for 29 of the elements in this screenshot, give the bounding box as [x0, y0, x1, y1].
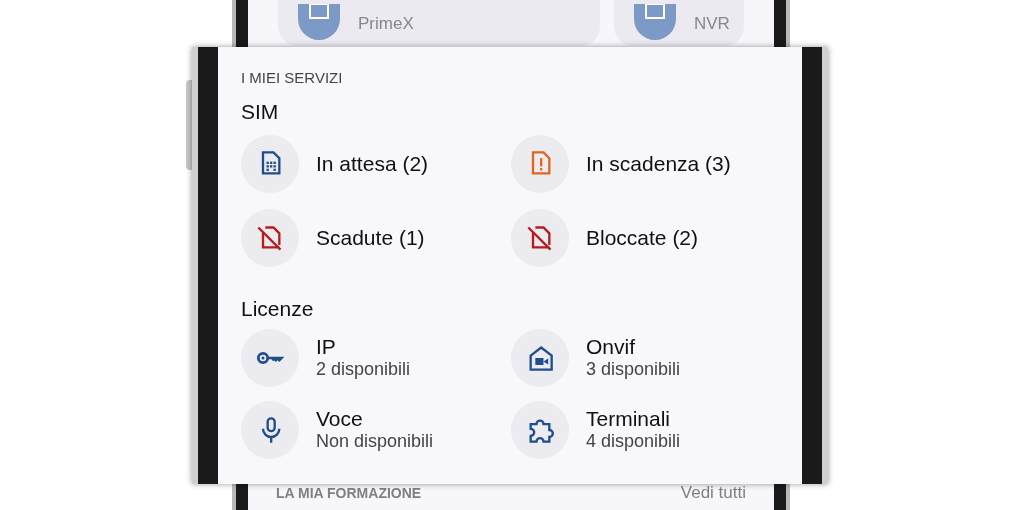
item-label: Bloccate (2) — [586, 225, 699, 251]
section-title: LA MIA FORMAZIONE — [276, 485, 422, 500]
service-item[interactable]: In scadenza (3) — [511, 135, 735, 193]
device-icon — [634, 4, 676, 40]
service-item[interactable]: Voce Non disponibili — [241, 400, 438, 459]
see-all-link[interactable]: Vedi tutti — [680, 484, 746, 501]
item-label: Voce — [316, 406, 364, 432]
item-label: In scadenza (3) — [586, 151, 731, 177]
availability-text: Non disponibili — [316, 431, 434, 453]
section-title: I MIEI SERVIZI — [241, 68, 343, 88]
device-icon — [298, 4, 340, 40]
availability-text: 3 disponibili — [586, 359, 681, 381]
group-heading: Licenze — [241, 296, 314, 322]
item-label: Onvif — [586, 334, 636, 360]
service-item[interactable]: Bloccate (2) — [511, 209, 703, 267]
device-subtitle: NVR — [694, 15, 730, 32]
service-item[interactable]: IP 2 disponibili — [241, 328, 415, 387]
service-item[interactable]: In attesa (2) — [241, 135, 433, 193]
group-heading: SIM — [241, 98, 279, 125]
item-label: In attesa (2) — [316, 151, 429, 177]
service-item[interactable]: Terminali 4 disponibili — [511, 400, 685, 459]
availability-text: 2 disponibili — [316, 359, 411, 381]
device-subtitle: PrimeX — [358, 15, 414, 32]
service-item[interactable]: Onvif 3 disponibili — [511, 328, 685, 387]
item-label: Scadute (1) — [316, 225, 425, 251]
availability-text: 4 disponibili — [586, 431, 681, 453]
item-label: Terminali — [586, 406, 672, 432]
item-label: IP — [316, 334, 337, 360]
service-item[interactable]: Scadute (1) — [241, 209, 429, 267]
